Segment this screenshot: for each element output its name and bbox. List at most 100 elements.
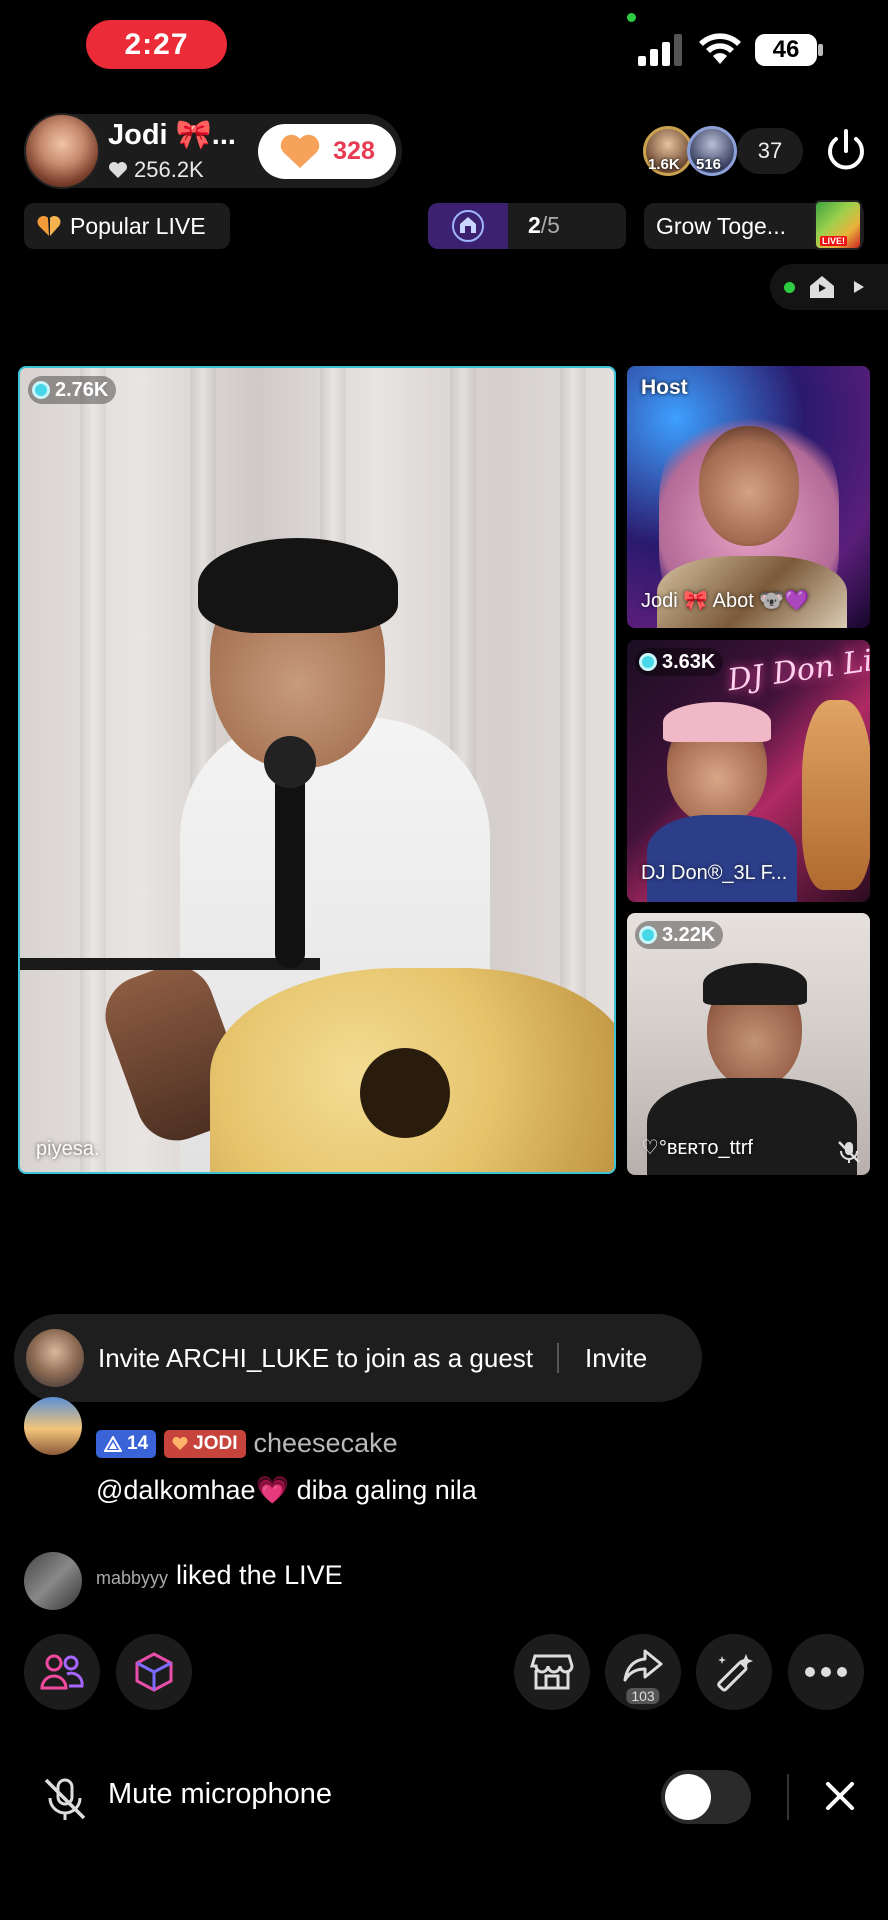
mic-muted-icon	[838, 1141, 860, 1163]
chat-avatar[interactable]	[24, 1552, 82, 1610]
more-button[interactable]	[788, 1634, 864, 1710]
mic-boom-arm	[20, 958, 320, 970]
host-tile-label: Host	[641, 376, 688, 399]
shop-button[interactable]	[514, 1634, 590, 1710]
battery-indicator: 46	[755, 34, 825, 66]
chat-message: @dalkomhae💗 diba galing nila	[96, 1475, 477, 1505]
side-guitar	[802, 700, 870, 890]
chat-header-cheesecake: 14 JODI cheesecake	[96, 1428, 398, 1459]
follow-button[interactable]: 328	[258, 124, 396, 179]
dj-don-tile[interactable]: DJ Don Live! 3.63K DJ Don®_3L F...	[627, 640, 870, 902]
curtain-fold	[80, 368, 106, 1172]
mute-microphone-toggle[interactable]	[661, 1770, 751, 1824]
grow-together-label: Grow Toge...	[656, 212, 786, 239]
berto-shirt	[647, 1078, 857, 1175]
online-dot	[784, 282, 795, 293]
chat-message: liked the LIVE	[176, 1560, 343, 1590]
close-icon[interactable]	[820, 1776, 860, 1816]
toggle-knob	[665, 1774, 711, 1820]
viewer-dot-icon	[639, 653, 657, 671]
main-guest-viewers-badge: 2.76K	[28, 376, 117, 404]
main-guest-name: piyesa.	[36, 1138, 100, 1160]
camera-indicator-dot	[627, 13, 636, 22]
invite-message: Invite ARCHI_LUKE to join as a guest	[98, 1342, 534, 1373]
main-guest-viewers: 2.76K	[55, 378, 109, 401]
berto-viewers: 3.22K	[662, 923, 716, 946]
effects-button[interactable]	[116, 1634, 192, 1710]
berto-cap	[703, 963, 807, 1005]
temple-icon	[452, 210, 484, 242]
fan-club-badge: JODI	[164, 1429, 246, 1458]
main-guest-video[interactable]: 2.76K piyesa.	[18, 366, 616, 1174]
invite-guest-bar: Invite ARCHI_LUKE to join as a guest Inv…	[14, 1314, 702, 1402]
house-icon[interactable]	[808, 274, 836, 300]
fan-club-name: JODI	[193, 1432, 238, 1454]
invitee-avatar	[26, 1329, 84, 1387]
ranking-icon-box	[428, 203, 508, 249]
top-viewers[interactable]: 1.6K 516	[643, 126, 737, 176]
share-count: 103	[626, 1688, 660, 1704]
share-arrow-icon	[623, 1649, 663, 1682]
viewer-dot-icon	[639, 926, 657, 944]
share-button[interactable]: 103	[605, 1634, 681, 1710]
split-heart-icon	[37, 215, 61, 236]
host-likes: 256.2K	[108, 157, 204, 183]
ranking-pill[interactable]: 2/5	[428, 203, 626, 249]
store-icon	[530, 1654, 574, 1690]
magic-wand-button[interactable]	[696, 1634, 772, 1710]
ranking-current: 2	[528, 212, 541, 238]
grow-together-thumbnail[interactable]: LIVE!	[814, 200, 862, 250]
status-time: 2:27	[86, 20, 227, 69]
viewer-dot-icon	[32, 381, 50, 399]
guest-hair	[198, 538, 398, 633]
expand-arrow-icon[interactable]	[852, 279, 866, 295]
ranking-total: /5	[540, 212, 560, 238]
dj-viewers: 3.63K	[662, 650, 716, 673]
guitar-soundhole	[360, 1048, 450, 1138]
top-viewer-avatar-2[interactable]: 516	[687, 126, 737, 176]
level-badge: 14	[96, 1429, 157, 1458]
level-number: 14	[127, 1432, 149, 1454]
dj-shirt	[647, 815, 797, 902]
grow-together-live-badge: LIVE!	[820, 236, 848, 246]
host-tile-name: Jodi 🎀 Abot 🐨💜	[641, 590, 810, 612]
battery-level: 46	[772, 36, 800, 63]
top-viewer-1-label: 1.6K	[648, 156, 680, 173]
dj-viewers-badge: 3.63K	[635, 648, 724, 676]
viewer-count[interactable]: 37	[737, 128, 803, 174]
host-avatar[interactable]	[24, 113, 100, 189]
top-viewer-avatar-1[interactable]: 1.6K	[643, 126, 693, 176]
ranking-text: 2/5	[528, 212, 560, 239]
triangle-level-icon	[104, 1435, 122, 1452]
heart-icon	[109, 162, 127, 178]
mic-off-icon	[44, 1778, 86, 1820]
mute-microphone-label: Mute microphone	[108, 1778, 333, 1810]
follow-count: 328	[333, 137, 375, 165]
fan-heart-icon	[172, 1436, 188, 1450]
more-dots-icon	[805, 1667, 847, 1677]
dj-cap	[663, 702, 771, 742]
popular-live-pill[interactable]: Popular LIVE	[24, 203, 230, 249]
host-tile[interactable]: Host Jodi 🎀 Abot 🐨💜	[627, 366, 870, 628]
berto-viewers-badge: 3.22K	[635, 921, 724, 949]
invite-button[interactable]: Invite	[585, 1343, 647, 1374]
mini-controls[interactable]	[770, 264, 888, 310]
dj-neon-sign: DJ Don Live!	[725, 640, 870, 699]
chat-avatar[interactable]	[24, 1397, 82, 1455]
mute-bar-divider	[787, 1774, 789, 1820]
berto-tile[interactable]: 3.22K ♡°ʙᴇʀᴛᴏ_ttrf	[627, 913, 870, 1175]
power-icon[interactable]	[822, 127, 870, 175]
chat-username[interactable]: mabbyyy	[96, 1568, 168, 1589]
dj-tile-name: DJ Don®_3L F...	[641, 862, 788, 884]
wifi-icon	[699, 33, 741, 64]
cube-icon	[135, 1652, 173, 1692]
host-likes-count: 256.2K	[134, 157, 204, 182]
magic-wand-icon	[717, 1654, 753, 1692]
berto-tile-name: ♡°ʙᴇʀᴛᴏ_ttrf	[641, 1137, 753, 1159]
guests-button[interactable]	[24, 1634, 100, 1710]
top-viewer-2-label: 516	[696, 156, 722, 173]
cellular-signal-icon	[638, 34, 682, 66]
chat-like-notice: mabbyyy liked the LIVE	[96, 1560, 343, 1591]
chat-username[interactable]: cheesecake	[254, 1428, 398, 1459]
host-name: Jodi 🎀...	[108, 119, 236, 151]
